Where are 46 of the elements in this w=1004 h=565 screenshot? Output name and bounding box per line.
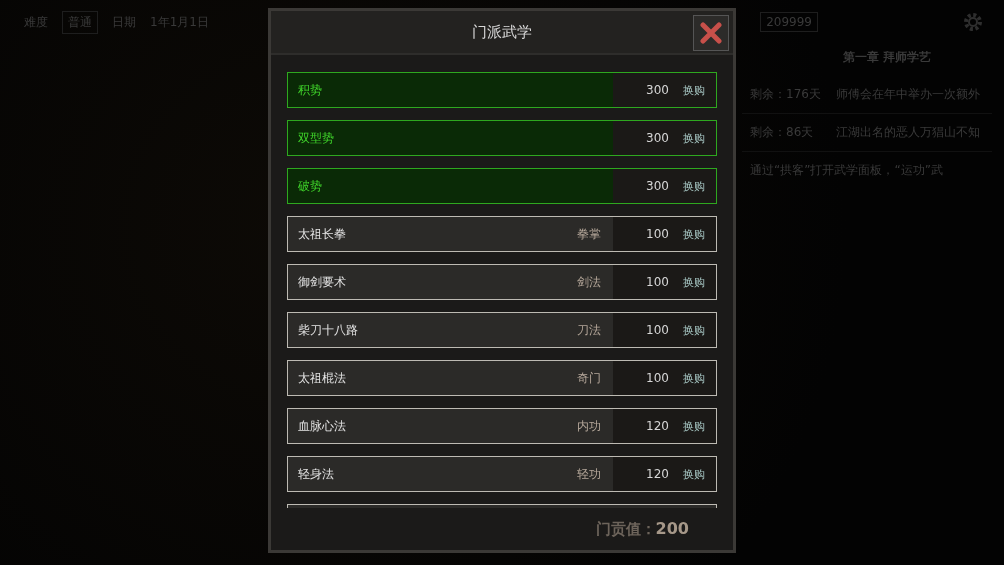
- skill-name: 柴刀十八路: [297, 321, 359, 339]
- skill-category: 剑法: [577, 273, 602, 291]
- skill-row[interactable]: 御剑要术 剑法 100 换购: [287, 264, 717, 300]
- exchange-button[interactable]: 换购: [679, 416, 709, 436]
- skill-name: 轻身法: [297, 465, 335, 483]
- skill-row[interactable]: 破势 300 换购: [287, 168, 717, 204]
- exchange-button[interactable]: 换购: [679, 464, 709, 484]
- exchange-button[interactable]: 换购: [679, 224, 709, 244]
- skill-row[interactable]: 轻身法 轻功 120 换购: [287, 456, 717, 492]
- skill-cost: 120: [645, 467, 669, 481]
- skill-name: 太祖棍法: [297, 369, 347, 387]
- skill-name: 双型势: [297, 129, 335, 147]
- skill-name: 御剑要术: [297, 273, 347, 291]
- close-icon[interactable]: [700, 22, 722, 44]
- skill-name: 积势: [297, 81, 323, 99]
- skill-name: 血脉心法: [297, 417, 347, 435]
- skill-row[interactable]: 太祖长拳 拳掌 100 换购: [287, 216, 717, 252]
- skill-row[interactable]: 双型势 300 换购: [287, 120, 717, 156]
- contribution-value: 门贡值：200: [595, 519, 689, 539]
- skill-cost: 120: [645, 419, 669, 433]
- skill-cost: 300: [645, 179, 669, 193]
- skill-cost: 100: [645, 371, 669, 385]
- exchange-button[interactable]: 换购: [679, 176, 709, 196]
- skill-name: 太祖长拳: [297, 225, 347, 243]
- skill-category: 拳掌: [577, 225, 602, 243]
- skill-cost: 100: [645, 227, 669, 241]
- exchange-button[interactable]: 换购: [679, 80, 709, 100]
- skill-row[interactable]: 太祖棍法 奇门 100 换购: [287, 360, 717, 396]
- dialog-title: 门派武学: [271, 11, 733, 55]
- skill-cost: 300: [645, 131, 669, 145]
- exchange-button[interactable]: 换购: [679, 320, 709, 340]
- skill-name: 破势: [297, 177, 323, 195]
- skill-cost: 100: [645, 275, 669, 289]
- skill-row[interactable]: 柴刀十八路 刀法 100 换购: [287, 312, 717, 348]
- skill-category: 刀法: [577, 321, 602, 339]
- close-button[interactable]: [693, 15, 729, 51]
- skill-cost: 100: [645, 323, 669, 337]
- exchange-button[interactable]: 换购: [679, 272, 709, 292]
- skill-category: 轻功: [577, 465, 602, 483]
- skill-cost: 300: [645, 83, 669, 97]
- skill-category: 内功: [577, 417, 602, 435]
- skill-row[interactable]: 血脉心法 内功 120 换购: [287, 408, 717, 444]
- skill-category: 奇门: [577, 369, 602, 387]
- skill-row[interactable]: 积势 300 换购: [287, 72, 717, 108]
- exchange-button[interactable]: 换购: [679, 128, 709, 148]
- exchange-button[interactable]: 换购: [679, 368, 709, 388]
